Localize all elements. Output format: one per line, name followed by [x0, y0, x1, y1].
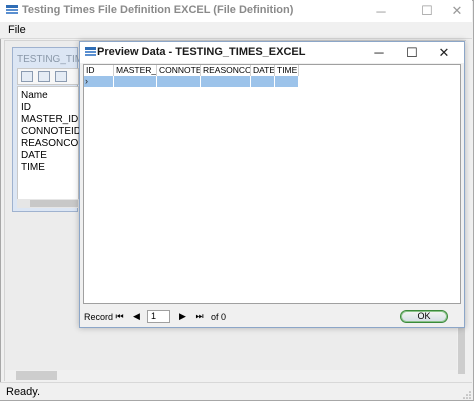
- grid-cell[interactable]: [114, 76, 157, 87]
- row-indicator-icon: ›: [85, 76, 88, 86]
- dialog-app-icon: [85, 47, 96, 56]
- grid-header: ID MASTER_ID CONNOTEID REASONCODE DATE T…: [84, 65, 299, 76]
- minimize-icon: ─: [376, 3, 386, 19]
- grid-icon[interactable]: [38, 71, 50, 82]
- table-designer-title: TESTING_TIMES_E: [17, 54, 79, 65]
- app-icon: [6, 5, 18, 14]
- column-header-master-id[interactable]: MASTER_ID: [114, 65, 157, 76]
- column-header-date[interactable]: DATE: [251, 65, 275, 76]
- grid-cell[interactable]: [201, 76, 251, 87]
- status-bar: [0, 382, 472, 400]
- dialog-minimize-button[interactable]: ─: [363, 42, 395, 63]
- field-list-scroll-thumb[interactable]: [30, 200, 78, 207]
- ok-button[interactable]: OK: [400, 310, 448, 323]
- close-icon: ✕: [438, 44, 450, 60]
- previous-icon: ◀: [133, 311, 140, 321]
- field-item[interactable]: ID: [21, 102, 31, 113]
- field-list-header: Name: [21, 90, 48, 101]
- maximize-icon: ☐: [421, 3, 433, 18]
- close-button[interactable]: ✕: [442, 0, 472, 22]
- field-item[interactable]: MASTER_ID: [21, 114, 78, 125]
- preview-grid[interactable]: [83, 64, 461, 304]
- window-title: Testing Times File Definition EXCEL (Fil…: [22, 4, 294, 16]
- horizontal-scroll-thumb[interactable]: [16, 371, 57, 380]
- preview-icon[interactable]: [21, 71, 33, 82]
- minimize-icon: ─: [374, 45, 384, 60]
- last-icon: ⏭: [195, 311, 204, 321]
- record-position-input[interactable]: 1: [147, 310, 170, 323]
- first-record-button[interactable]: ⏮: [114, 310, 125, 323]
- table-icon[interactable]: [55, 71, 67, 82]
- last-record-button[interactable]: ⏭: [194, 310, 205, 323]
- close-icon: ✕: [451, 3, 463, 18]
- column-header-time[interactable]: TIME: [275, 65, 299, 76]
- previous-record-button[interactable]: ◀: [131, 310, 142, 323]
- record-count: of 0: [211, 312, 227, 322]
- dialog-close-button[interactable]: ✕: [428, 42, 460, 63]
- menu-file[interactable]: File: [8, 24, 26, 36]
- grid-cell[interactable]: [157, 76, 201, 87]
- record-label: Record: [84, 312, 114, 322]
- horizontal-scrollbar[interactable]: [5, 370, 457, 381]
- column-header-reasoncode[interactable]: REASONCODE: [201, 65, 251, 76]
- menu-bar: [0, 22, 472, 39]
- column-header-id[interactable]: ID: [84, 65, 114, 76]
- minimize-button[interactable]: ─: [366, 0, 396, 22]
- first-icon: ⏮: [115, 311, 124, 321]
- column-header-connoteid[interactable]: CONNOTEID: [157, 65, 201, 76]
- grid-cell[interactable]: [251, 76, 275, 87]
- dialog-title: Preview Data - TESTING_TIMES_EXCEL: [97, 46, 306, 58]
- next-record-button[interactable]: ▶: [177, 310, 188, 323]
- resize-grip-icon[interactable]: [462, 390, 472, 400]
- table-designer-toolbar: [17, 68, 79, 85]
- maximize-button[interactable]: ☐: [412, 0, 442, 22]
- field-item[interactable]: TIME: [21, 162, 45, 173]
- field-item[interactable]: CONNOTEID: [21, 126, 81, 137]
- table-row[interactable]: [84, 76, 299, 87]
- status-text: Ready.: [6, 386, 41, 398]
- dialog-maximize-button[interactable]: ☐: [396, 42, 428, 63]
- next-icon: ▶: [179, 311, 186, 321]
- field-item[interactable]: DATE: [21, 150, 47, 161]
- grid-cell[interactable]: [275, 76, 299, 87]
- maximize-icon: ☐: [406, 44, 418, 60]
